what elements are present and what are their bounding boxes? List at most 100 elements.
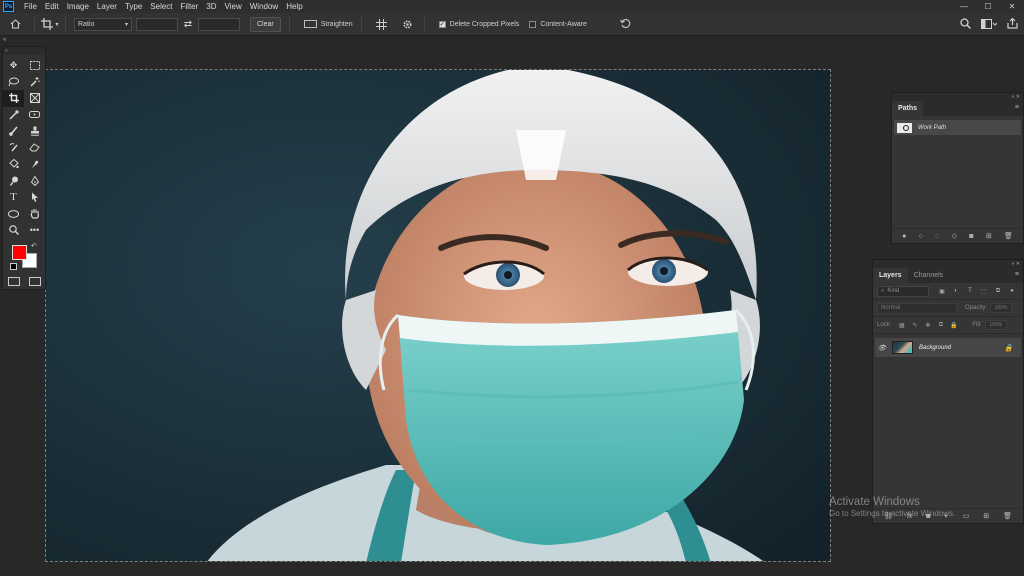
blend-mode-select[interactable]: Normal (877, 302, 957, 314)
filter-type-icon[interactable]: T (963, 288, 977, 295)
tab-channels[interactable]: Channels (908, 268, 950, 283)
crop-settings-button[interactable] (398, 19, 418, 30)
hand-tool-icon[interactable] (24, 206, 45, 223)
menu-file[interactable]: File (20, 0, 41, 13)
stroke-path-icon[interactable]: ○ (919, 233, 923, 240)
share-button[interactable] (1007, 17, 1018, 31)
lock-all-icon[interactable]: 🔒 (947, 322, 960, 329)
ratio-select[interactable]: Ratio ▾ (74, 17, 132, 31)
marquee-tool-icon[interactable] (24, 57, 45, 74)
panel-menu-icon[interactable]: ≡ (1015, 104, 1019, 111)
eyedropper-tool-icon[interactable] (3, 107, 24, 124)
clone-stamp-tool-icon[interactable] (24, 123, 45, 140)
tab-layers[interactable]: Layers (873, 268, 908, 283)
panel-collapse-bar[interactable]: « ✕ (892, 93, 1023, 101)
menu-filter[interactable]: Filter (177, 0, 203, 13)
layer-thumbnail (892, 341, 913, 354)
filter-shape-icon[interactable]: ⬚ (977, 288, 991, 295)
fill-path-icon[interactable]: ● (902, 233, 906, 240)
menu-help[interactable]: Help (282, 0, 306, 13)
maximize-button[interactable]: ☐ (976, 0, 1000, 13)
quick-mask-icon[interactable] (7, 276, 20, 286)
frame-tool-icon[interactable] (24, 90, 45, 107)
paths-panel: « ✕ Paths ≡ Work Path ● ○ ◌ ◇ ◙ ⊞ 🗑 (891, 92, 1024, 244)
menu-select[interactable]: Select (146, 0, 176, 13)
lock-image-icon[interactable]: ✎ (908, 322, 921, 329)
minimize-button[interactable]: — (952, 0, 976, 13)
clear-button[interactable]: Clear (250, 16, 281, 32)
more-tools-icon[interactable]: ••• (24, 222, 45, 239)
filter-toggle-icon[interactable]: ● (1005, 288, 1019, 295)
lock-label: Lock: (877, 322, 892, 328)
move-tool-icon[interactable]: ✥ (3, 57, 24, 74)
opacity-input[interactable]: 100% (990, 303, 1013, 313)
crop-tool-icon[interactable] (3, 90, 24, 107)
menu-type[interactable]: Type (121, 0, 146, 13)
brush-tool-icon[interactable] (3, 123, 24, 140)
tab-paths[interactable]: Paths (892, 101, 924, 116)
filter-adjustment-icon[interactable]: ◐ (949, 288, 963, 295)
close-button[interactable]: ✕ (1000, 0, 1024, 13)
height-input[interactable] (198, 17, 240, 31)
path-item-work-path[interactable]: Work Path (894, 120, 1021, 135)
canvas-image[interactable] (45, 69, 831, 562)
collapse-panels-icon[interactable]: « (3, 37, 6, 43)
lock-position-icon[interactable]: ✥ (921, 322, 934, 329)
path-selection-tool-icon[interactable] (24, 189, 45, 206)
crop-tool-preset-picker[interactable]: ▾ (39, 18, 61, 30)
type-tool-icon[interactable]: T (3, 189, 24, 206)
dodge-tool-icon[interactable] (3, 173, 24, 190)
delete-cropped-pixels-checkbox[interactable]: ✓ Delete Cropped Pixels (438, 20, 519, 28)
filter-pixel-icon[interactable]: ▣ (935, 288, 949, 295)
menu-image[interactable]: Image (63, 0, 93, 13)
home-button[interactable] (0, 19, 30, 29)
default-colors-icon[interactable] (10, 262, 17, 270)
content-aware-checkbox[interactable]: Content-Aware (529, 20, 587, 28)
spot-healing-tool-icon[interactable] (24, 107, 45, 124)
layer-row-background[interactable]: 👁 Background 🔒 (875, 338, 1021, 357)
history-brush-tool-icon[interactable] (3, 140, 24, 157)
ellipse-tool-icon[interactable] (3, 206, 24, 223)
activate-windows-watermark: Activate Windows Go to Settings to activ… (829, 496, 1009, 518)
lasso-tool-icon[interactable] (3, 74, 24, 91)
layer-filter-kind-select[interactable]: ⌕ Kind (877, 285, 929, 297)
menu-view[interactable]: View (221, 0, 246, 13)
overlay-options-button[interactable] (372, 18, 392, 30)
make-work-path-icon[interactable]: ◇ (952, 232, 957, 240)
eye-icon[interactable]: 👁 (875, 344, 889, 352)
add-mask-icon[interactable]: ◙ (969, 233, 973, 240)
lock-transparent-icon[interactable]: ▦ (895, 322, 908, 329)
pen-tool-icon[interactable] (24, 173, 45, 190)
foreground-color-swatch[interactable] (12, 244, 27, 260)
swap-colors-icon[interactable]: ↶ (31, 242, 37, 250)
zoom-tool-icon[interactable] (3, 222, 24, 239)
menu-3d[interactable]: 3D (202, 0, 220, 13)
swap-dimensions-icon[interactable]: ⇄ (178, 19, 198, 30)
new-path-icon[interactable]: ⊞ (986, 232, 992, 240)
eraser-tool-icon[interactable] (24, 140, 45, 157)
straighten-button[interactable]: Straighten (303, 20, 353, 28)
lock-artboard-icon[interactable]: ⧉ (934, 322, 947, 329)
fill-input[interactable]: 100% (984, 320, 1007, 330)
load-selection-icon[interactable]: ◌ (935, 233, 939, 240)
filter-smart-object-icon[interactable]: ⧉ (991, 288, 1005, 295)
menu-edit[interactable]: Edit (41, 0, 63, 13)
separator (65, 16, 66, 32)
paint-bucket-tool-icon[interactable] (3, 156, 24, 173)
workspace-button[interactable] (981, 18, 998, 31)
separator (34, 16, 35, 32)
reset-crop-button[interactable] (619, 18, 631, 31)
search-icon: ⌕ (881, 287, 885, 294)
magic-wand-tool-icon[interactable] (24, 74, 45, 91)
delete-path-icon[interactable]: 🗑 (1004, 232, 1013, 240)
photoshop-logo-icon[interactable]: Ps (3, 1, 14, 12)
toolbar-grip[interactable]: « (3, 47, 45, 55)
search-button[interactable] (960, 18, 972, 31)
menu-layer[interactable]: Layer (93, 0, 121, 13)
menu-window[interactable]: Window (246, 0, 282, 13)
panel-menu-icon[interactable]: ≡ (1015, 271, 1019, 278)
panel-collapse-bar[interactable]: « ✕ (873, 260, 1023, 268)
width-input[interactable] (136, 17, 178, 31)
smudge-tool-icon[interactable] (24, 156, 45, 173)
screen-mode-icon[interactable] (28, 276, 41, 286)
